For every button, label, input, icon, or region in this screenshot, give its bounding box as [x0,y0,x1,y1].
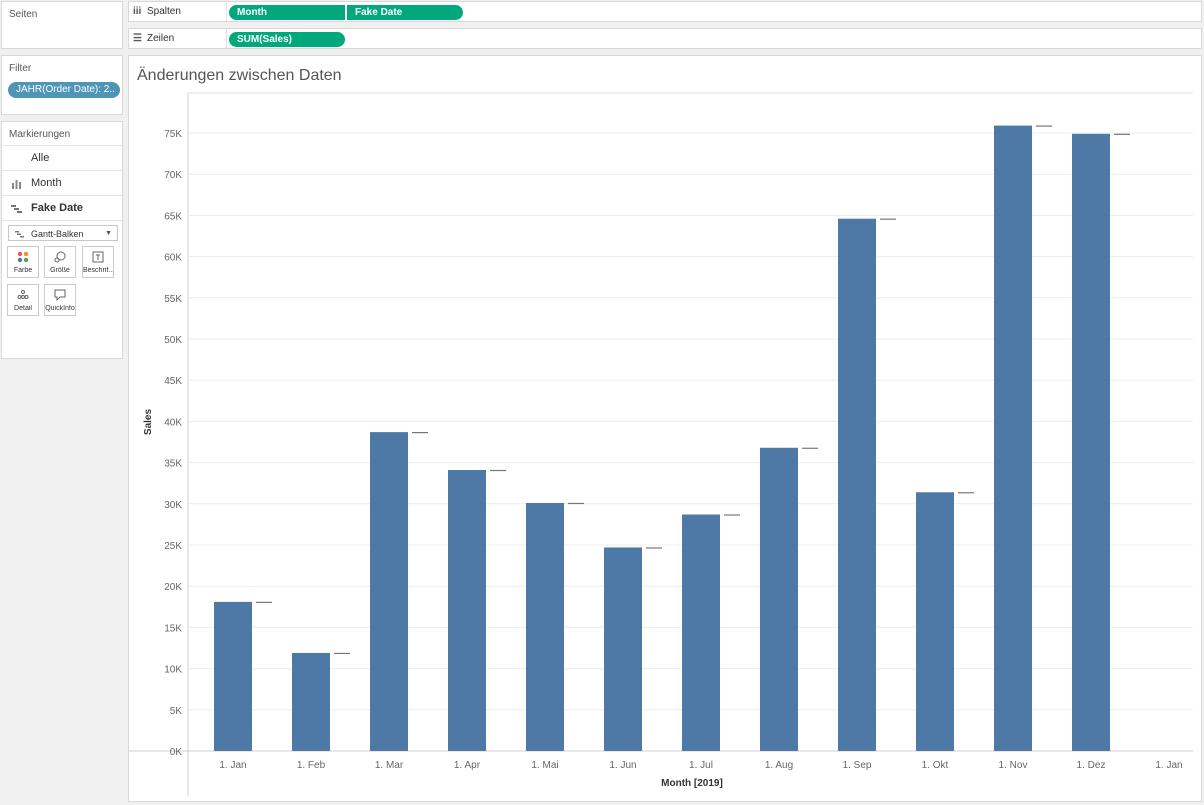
color-icon [8,251,38,266]
x-tick-label: 1. Jan [1155,760,1182,771]
label-button[interactable]: Beschrif... [82,246,114,278]
pages-card[interactable]: Seiten [1,1,123,49]
y-tick-label: 70K [164,170,182,181]
detail-button-label: Detail [14,305,32,312]
y-tick-label: 20K [164,582,182,593]
y-tick-label: 25K [164,541,182,552]
bar-1-dez[interactable] [1072,133,1110,752]
rows-shelf[interactable]: ☰ Zeilen SUM(Sales) [128,28,1202,49]
size-button[interactable]: Größe [44,246,76,278]
label-button-label: Beschrif... [83,267,113,274]
y-tick-label: 55K [164,294,182,305]
x-tick-label: 1. Nov [999,760,1028,771]
y-tick-label: 45K [164,376,182,387]
color-button-label: Farbe [13,267,33,274]
bar-1-sep[interactable] [838,218,876,752]
gantt-icon [15,226,25,248]
x-tick-label: 1. Okt [922,760,949,771]
columns-shelf-label: Spalten [147,6,181,17]
x-tick-label: 1. Aug [765,760,793,771]
y-tick-label: 35K [164,459,182,470]
y-tick-label: 60K [164,253,182,264]
marks-row-label: Month [31,177,62,189]
divider [2,220,122,221]
bar-1-nov[interactable] [994,125,1032,752]
x-axis-title: Month [2019] [661,778,723,789]
bar-1-jul[interactable] [682,514,720,751]
marks-card[interactable]: Markierungen Alle Month Fake Date Gantt-… [1,121,123,359]
tooltip-button-label: QuickInfo [45,305,75,312]
x-tick-label: 1. Apr [454,760,481,771]
detail-icon [8,289,38,304]
filter-pill-year[interactable]: JAHR(Order Date): 2.. [8,82,120,98]
marks-row-label: Alle [31,152,50,164]
x-tick-label: 1. Jul [689,760,713,771]
x-tick-label: 1. Jun [609,760,636,771]
marks-row-label: Fake Date [31,202,83,214]
y-tick-label: 5K [170,706,183,717]
marks-row-all[interactable]: Alle [2,145,122,169]
bar-1-okt[interactable] [916,492,954,751]
chart-canvas[interactable]: 0K 5K 10K 15K 20K 25K 30K 35K 40K 45K 50K 55K 60K 65K… [129,56,1201,801]
label-icon [83,251,113,266]
tooltip-button[interactable]: QuickInfo [44,284,76,316]
filter-title: Filter [9,63,32,74]
y-tick-label: 30K [164,500,182,511]
rows-shelf-label: Zeilen [147,33,175,44]
filter-card[interactable]: Filter JAHR(Order Date): 2.. [1,55,123,115]
marks-row-month[interactable]: Month [2,170,122,194]
pill-sum-sales[interactable]: SUM(Sales) [229,32,345,47]
divider [226,2,227,21]
y-tick-label: 75K [164,129,182,140]
rows-icon: ☰ [133,33,142,44]
mark-type-label: Gantt-Balken [31,229,84,239]
bar-1-jun[interactable] [604,547,642,751]
pill-month[interactable]: Month [229,5,345,20]
x-tick-label: 1. Jan [219,760,246,771]
y-axis-title: Sales [143,408,154,435]
divider [226,29,227,48]
x-tick-label: 1. Dez [1077,760,1106,771]
chevron-down-icon: ▼ [105,230,112,237]
y-tick-label: 65K [164,211,182,222]
bar-1-aug[interactable] [760,447,798,751]
marks-row-fake-date[interactable]: Fake Date [2,195,122,219]
y-tick-label: 40K [164,417,182,428]
x-tick-label: 1. Mai [531,760,558,771]
x-tick-label: 1. Mar [375,760,404,771]
pages-title: Seiten [9,9,38,20]
y-tick-label: 50K [164,335,182,346]
y-tick-label: 15K [164,623,182,634]
bar-1-apr[interactable] [448,470,486,751]
x-tick-label: 1. Sep [843,760,872,771]
columns-shelf[interactable]: iii Spalten Month Fake Date [128,1,1202,22]
columns-icon: iii [133,6,142,17]
marks-title: Markierungen [9,129,71,140]
size-icon [45,251,75,266]
y-tick-label: 0K [170,747,183,758]
bar-1-feb[interactable] [292,652,330,751]
x-tick-label: 1. Feb [297,760,326,771]
pill-fake-date[interactable]: Fake Date [347,5,463,20]
bar-1-mai[interactable] [526,502,564,751]
mark-type-dropdown[interactable]: Gantt-Balken ▼ [8,225,118,241]
chart-panel: Änderungen zwischen Daten 0K 5K 10K 15K 20K 2… [128,55,1202,802]
size-button-label: Größe [50,267,70,274]
tooltip-icon [45,289,75,304]
bar-1-jan[interactable] [214,601,252,751]
detail-button[interactable]: Detail [7,284,39,316]
y-tick-label: 10K [164,665,182,676]
bar-1-mar[interactable] [370,432,408,751]
color-button[interactable]: Farbe [7,246,39,278]
